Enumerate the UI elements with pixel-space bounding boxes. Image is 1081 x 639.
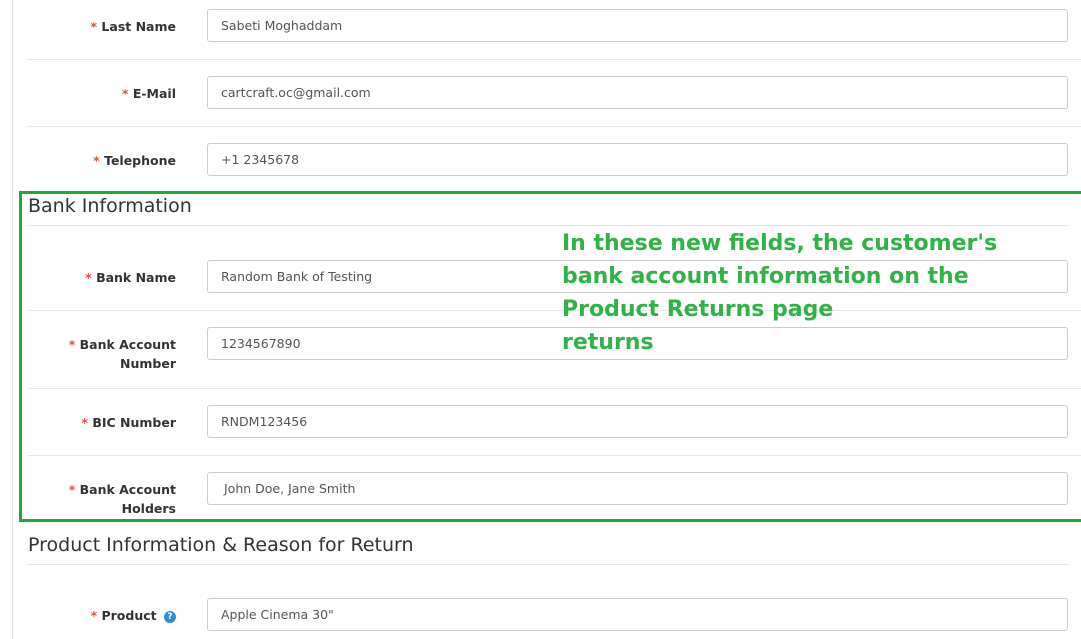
product-label: * Product ? [36, 606, 176, 625]
form-row-telephone: * Telephone +1 2345678 [27, 127, 1081, 191]
required-marker: * [90, 608, 98, 623]
telephone-label: * Telephone [93, 153, 176, 168]
bank-fields-annotation: In these new fields, the customer's bank… [562, 231, 998, 355]
required-marker: * [93, 153, 100, 168]
page-left-rule [12, 0, 13, 639]
last-name-input[interactable]: Sabeti Moghaddam [207, 9, 1068, 42]
product-information-legend: Product Information & Reason for Return [28, 534, 414, 556]
email-label: * E-Mail [121, 86, 176, 101]
form-row-product: * Product ? Apple Cinema 30" [27, 582, 1081, 639]
product-input[interactable]: Apple Cinema 30" [207, 598, 1068, 631]
required-marker: * [121, 86, 129, 101]
question-circle-icon[interactable]: ? [164, 611, 176, 623]
form-row-email: * E-Mail cartcraft.oc@gmail.com [27, 60, 1081, 127]
telephone-input[interactable]: +1 2345678 [207, 143, 1068, 176]
last-name-label: * Last Name [90, 19, 176, 34]
product-legend-divider [27, 564, 1069, 565]
email-input[interactable]: cartcraft.oc@gmail.com [207, 76, 1068, 109]
required-marker: * [90, 19, 98, 34]
form-row-last-name: * Last Name Sabeti Moghaddam [27, 0, 1081, 60]
